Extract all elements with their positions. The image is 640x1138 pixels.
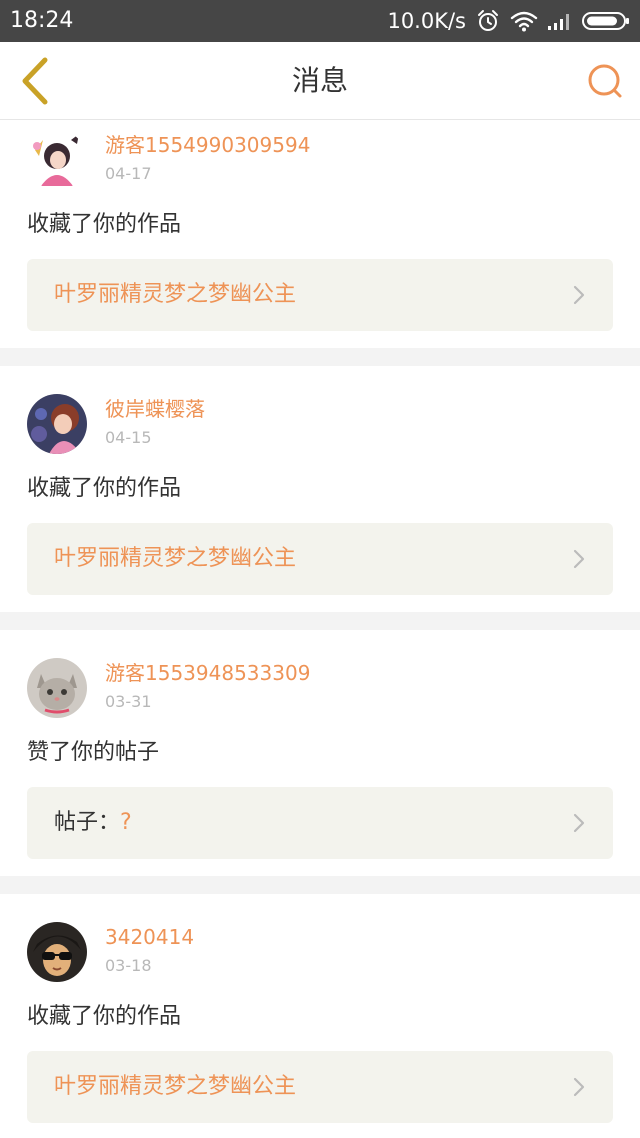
work-title: 叶罗丽精灵梦之梦幽公主	[54, 280, 296, 310]
work-link[interactable]: 叶罗丽精灵梦之梦幽公主	[27, 1051, 613, 1123]
link-prefix: 帖子：	[54, 810, 121, 835]
page-title: 消息	[291, 64, 348, 97]
chevron-right-icon	[573, 549, 585, 569]
notification-date: 03-31	[105, 692, 152, 711]
chevron-right-icon	[573, 813, 585, 833]
navbar: 消息	[0, 42, 640, 120]
notification-action: 收藏了你的作品	[27, 1004, 182, 1029]
notification-card: 游客1554990309594 04-17 收藏了你的作品 叶罗丽精灵梦之梦幽公…	[0, 120, 640, 348]
signal-icon	[546, 9, 574, 33]
notification-action: 收藏了你的作品	[27, 476, 182, 501]
status-indicators: 10.0K/s	[387, 8, 630, 34]
doll-avatar	[27, 130, 87, 190]
user-avatar[interactable]	[27, 658, 87, 718]
person-avatar	[27, 922, 87, 982]
notification-list[interactable]: 游客1554990309594 04-17 收藏了你的作品 叶罗丽精灵梦之梦幽公…	[0, 120, 640, 1138]
notification-date: 04-15	[105, 428, 152, 447]
chevron-right-icon	[573, 1077, 585, 1097]
link-title: 叶罗丽精灵梦之梦幽公主	[54, 282, 297, 307]
doll-avatar	[27, 394, 87, 454]
notification-action: 收藏了你的作品	[27, 212, 182, 237]
username[interactable]: 游客1553948533309	[105, 660, 310, 686]
work-link[interactable]: 叶罗丽精灵梦之梦幽公主	[27, 259, 613, 331]
username[interactable]: 3420414	[105, 924, 194, 950]
notifications-screen: 18:24 10.0K/s 消息 游客1554990309594 04-17 收…	[0, 0, 640, 1138]
notification-date: 03-18	[105, 956, 152, 975]
link-title: ?	[120, 810, 132, 835]
link-title: 叶罗丽精灵梦之梦幽公主	[54, 1074, 297, 1099]
chevron-right-icon	[573, 285, 585, 305]
notification-card: 3420414 03-18 收藏了你的作品 叶罗丽精灵梦之梦幽公主	[0, 894, 640, 1138]
post-title: 帖子：?	[54, 808, 132, 838]
post-link[interactable]: 帖子：?	[27, 787, 613, 859]
alarm-icon	[474, 9, 502, 33]
status-bar: 18:24 10.0K/s	[0, 0, 640, 42]
link-title: 叶罗丽精灵梦之梦幽公主	[54, 546, 297, 571]
notification-date: 04-17	[105, 164, 152, 183]
battery-icon	[582, 9, 630, 33]
user-avatar[interactable]	[27, 922, 87, 982]
work-title: 叶罗丽精灵梦之梦幽公主	[54, 544, 296, 574]
username[interactable]: 彼岸蝶樱落	[105, 396, 205, 422]
cat-avatar	[27, 658, 87, 718]
notification-card: 彼岸蝶樱落 04-15 收藏了你的作品 叶罗丽精灵梦之梦幽公主	[0, 366, 640, 612]
wifi-icon	[510, 9, 538, 33]
username[interactable]: 游客1554990309594	[105, 132, 310, 158]
notification-action: 赞了你的帖子	[27, 740, 160, 765]
notification-card: 游客1553948533309 03-31 赞了你的帖子 帖子：?	[0, 630, 640, 876]
status-time: 18:24	[10, 8, 74, 33]
search-button[interactable]	[582, 58, 628, 104]
network-speed: 10.0K/s	[387, 9, 466, 33]
user-avatar[interactable]	[27, 130, 87, 190]
work-title: 叶罗丽精灵梦之梦幽公主	[54, 1072, 296, 1102]
user-avatar[interactable]	[27, 394, 87, 454]
search-icon	[588, 64, 622, 98]
work-link[interactable]: 叶罗丽精灵梦之梦幽公主	[27, 523, 613, 595]
